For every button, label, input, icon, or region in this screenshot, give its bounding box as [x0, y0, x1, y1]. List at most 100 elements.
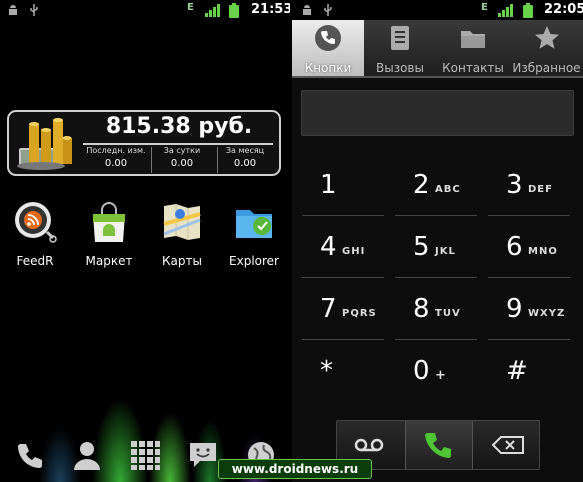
rss-icon — [15, 202, 57, 243]
phone-icon[interactable] — [14, 440, 44, 470]
key-letters: + — [435, 368, 447, 383]
stat-label: За месяц — [225, 146, 265, 155]
network-type: E — [187, 2, 194, 13]
tab-call-log[interactable]: Вызовы — [364, 20, 436, 76]
clock: 21:53 — [251, 2, 290, 17]
contacts-icon[interactable] — [72, 440, 102, 470]
stat-value: 0.00 — [104, 158, 128, 169]
status-bar: E 22:05 — [292, 0, 583, 20]
key-digit: 8 — [413, 294, 430, 324]
balance-amount: 815.38 руб. — [105, 114, 253, 139]
key-2[interactable]: 2 ABC — [395, 160, 477, 216]
tab-label: Избранное — [512, 61, 581, 75]
tab-contacts[interactable]: Контакты — [437, 20, 509, 76]
backspace-button[interactable] — [473, 421, 541, 469]
app-feedr[interactable]: FeedR — [3, 200, 67, 268]
key-digit: 6 — [506, 232, 523, 262]
home-screen: E 21:53 815.38 руб. Последн. изм. 0.00 З… — [0, 0, 290, 482]
call-log-icon — [391, 26, 409, 50]
key-digit: 7 — [320, 294, 337, 324]
key-digit: 1 — [320, 170, 337, 200]
tab-label: Вызовы — [376, 61, 424, 75]
clock: 22:05 — [544, 2, 583, 17]
widget-divider — [83, 143, 273, 145]
messaging-icon[interactable] — [188, 440, 218, 470]
phone-icon — [315, 25, 341, 51]
key-letters: JKL — [435, 246, 456, 257]
call-icon — [425, 432, 451, 459]
key-6[interactable]: 6 MNO — [488, 222, 570, 278]
usb-icon — [30, 4, 38, 16]
key-digit: 2 — [413, 170, 430, 200]
key-divider — [302, 277, 384, 278]
key-digit: 5 — [413, 232, 430, 262]
maps-icon — [163, 204, 201, 240]
money-widget[interactable]: 815.38 руб. Последн. изм. 0.00 За сутки … — [7, 110, 281, 176]
android-icon — [9, 5, 17, 15]
key-4[interactable]: 4 GHI — [302, 222, 384, 278]
key-digit: 0 — [413, 356, 430, 386]
dialer-tabs: Кнопки Вызовы Контакты Избранное — [292, 20, 583, 78]
app-label: Маркет — [85, 254, 133, 268]
key-letters: MNO — [528, 246, 558, 257]
tab-keypad[interactable]: Кнопки — [292, 20, 364, 76]
contacts-folder-icon — [461, 31, 485, 48]
key-1[interactable]: 1 — [302, 160, 384, 216]
key-divider — [395, 215, 477, 216]
battery-icon — [229, 3, 239, 18]
app-label: FeedR — [16, 254, 54, 268]
key-8[interactable]: 8 TUV — [395, 284, 477, 340]
key-digit: 4 — [320, 232, 337, 262]
app-explorer[interactable]: Explorer — [222, 200, 286, 268]
key-5[interactable]: 5 JKL — [395, 222, 477, 278]
key-letters: WXYZ — [528, 308, 566, 319]
stat-value: 0.00 — [170, 158, 194, 169]
key-0[interactable]: 0 + — [395, 346, 477, 402]
key-digit: 3 — [506, 170, 523, 200]
battery-icon — [523, 3, 533, 18]
usb-icon — [324, 4, 332, 16]
key-letters: PQRS — [342, 308, 377, 319]
tab-label: Кнопки — [304, 61, 352, 75]
key-digit: # — [506, 356, 528, 386]
key-letters: DEF — [528, 184, 553, 195]
key-hash[interactable]: # — [488, 346, 570, 402]
key-digit: * — [320, 356, 333, 386]
coins-icon — [17, 118, 72, 170]
tab-favorites[interactable]: Избранное — [510, 20, 583, 76]
stat-label: Последн. изм. — [86, 146, 146, 155]
key-9[interactable]: 9 WXYZ — [488, 284, 570, 340]
stat-day: За сутки 0.00 — [149, 146, 215, 169]
key-letters: TUV — [435, 308, 461, 319]
folder-icon — [236, 210, 272, 238]
signal-icon — [498, 4, 513, 17]
star-icon — [534, 26, 559, 49]
app-maps[interactable]: Карты — [150, 200, 214, 268]
stat-label: За сутки — [163, 146, 201, 155]
key-divider — [488, 339, 570, 340]
stat-month: За месяц 0.00 — [212, 146, 278, 169]
market-bag-icon — [93, 202, 125, 242]
network-type: E — [481, 2, 488, 13]
key-divider — [395, 339, 477, 340]
key-divider — [488, 215, 570, 216]
key-3[interactable]: 3 DEF — [488, 160, 570, 216]
phone-number-field[interactable] — [301, 90, 574, 136]
key-divider — [302, 339, 384, 340]
app-label: Карты — [162, 254, 202, 268]
key-digit: 9 — [506, 294, 523, 324]
signal-icon — [205, 4, 220, 17]
dialer-screen: E 22:05 Кнопки Вызовы Контакты Избранное… — [292, 0, 583, 482]
app-grid-icon[interactable] — [130, 440, 160, 470]
android-icon — [303, 5, 311, 15]
call-button[interactable] — [405, 421, 473, 469]
key-letters: ABC — [435, 184, 461, 195]
app-market[interactable]: Маркет — [77, 200, 141, 268]
app-label: Explorer — [229, 254, 279, 268]
stat-last-change: Последн. изм. 0.00 — [83, 146, 149, 169]
key-letters: GHI — [342, 246, 366, 257]
key-divider — [395, 277, 477, 278]
key-7[interactable]: 7 PQRS — [302, 284, 384, 340]
watermark: www.droidnews.ru — [218, 459, 372, 479]
key-star[interactable]: * — [302, 346, 384, 402]
